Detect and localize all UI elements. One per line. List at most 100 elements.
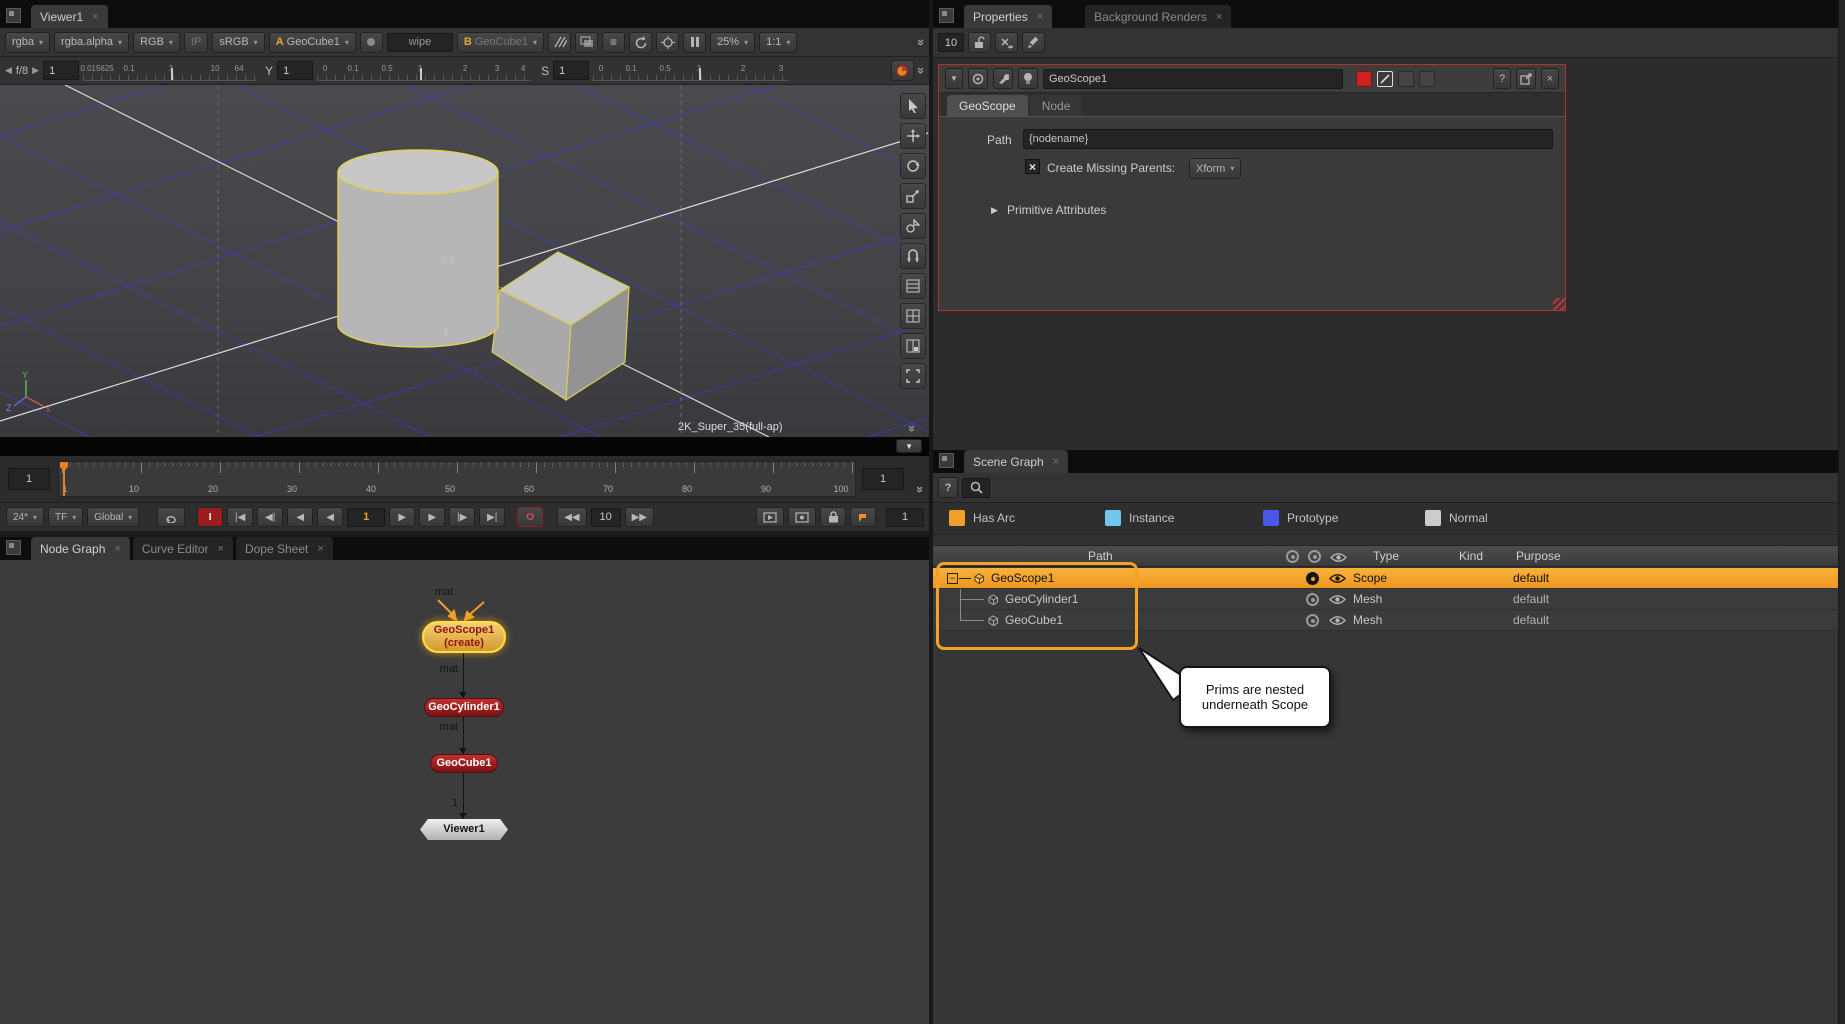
render-toggle-icon[interactable] [1306, 614, 1319, 627]
close-icon[interactable]: × [317, 543, 323, 555]
display-mode-dropdown[interactable]: RGB [133, 32, 180, 53]
step-forward-button[interactable]: ▶ [419, 507, 445, 527]
viewport-3d[interactable]: Y Z x 0.1 1 2K_Super_35(full-ap) » [0, 85, 930, 437]
render-toggle-icon[interactable] [1306, 593, 1319, 606]
fstop-prev-icon[interactable]: ◀ [5, 65, 12, 76]
wipe-hatch-button[interactable] [548, 32, 571, 53]
pane-menu-icon[interactable] [939, 8, 954, 23]
range-mode-dropdown[interactable]: Global [87, 507, 139, 527]
live-render-set-icon[interactable] [1308, 550, 1321, 563]
timeline-in-field[interactable]: 1 [8, 468, 50, 490]
wrench-button[interactable] [993, 68, 1013, 89]
bookmark-button[interactable] [850, 507, 876, 527]
set-out-button[interactable]: O [517, 507, 543, 527]
layout-split-button[interactable] [900, 333, 926, 359]
overlay-button[interactable] [575, 32, 598, 53]
transport-end-field[interactable]: 1 [886, 508, 924, 527]
node-viewer1[interactable]: Viewer1 [420, 819, 508, 840]
timeline-ruler[interactable]: 1 10 20 30 40 50 60 70 80 90 100 [58, 461, 856, 497]
path-input[interactable]: {nodename} [1023, 129, 1553, 149]
layout-rows-button[interactable] [900, 273, 926, 299]
pause-button[interactable] [683, 32, 706, 53]
detach-pane-button[interactable] [1516, 68, 1536, 89]
render-flag-button[interactable] [756, 507, 784, 527]
col-type[interactable]: Type [1373, 549, 1399, 563]
next-key-button[interactable]: |▶ [449, 507, 475, 527]
close-icon[interactable]: × [1216, 11, 1222, 23]
undo-depth-field[interactable]: 10 [938, 33, 964, 52]
search-input[interactable] [962, 478, 990, 498]
gain-slider-handle[interactable] [171, 68, 173, 80]
frame-step-field[interactable]: 10 [591, 508, 621, 527]
input-b-dropdown[interactable]: B GeoCube1 [457, 32, 544, 53]
fstop-next-icon[interactable]: ▶ [32, 65, 39, 76]
clear-edits-button[interactable] [995, 32, 1018, 53]
collapse-params-button[interactable]: ▼ [945, 68, 963, 89]
prim-attributes-section[interactable]: Primitive Attributes [1007, 203, 1106, 217]
close-icon[interactable]: × [92, 11, 98, 23]
gamma-slider[interactable]: 0 0.1 0.5 1 2 3 4 [317, 61, 531, 81]
timeline-out-field[interactable]: 1 [862, 468, 904, 490]
snap-tool-button[interactable] [900, 243, 926, 269]
tab-properties[interactable]: Properties× [964, 5, 1052, 28]
saturation-input[interactable]: 1 [553, 61, 589, 80]
scenegraph-empty-area[interactable] [933, 631, 1845, 1024]
gamma-slider-handle[interactable] [420, 68, 422, 80]
inc-step-button[interactable]: ▶▶ [625, 507, 654, 527]
fit-view-button[interactable] [900, 363, 926, 389]
eye-icon[interactable] [1329, 615, 1346, 626]
view-node-button[interactable] [968, 68, 988, 89]
flag-slot-icon[interactable] [1398, 71, 1414, 87]
set-in-button[interactable]: I [197, 507, 223, 527]
layout-grid-button[interactable] [900, 303, 926, 329]
wipe-mode-field[interactable]: wipe [387, 33, 453, 52]
gain-slider[interactable]: 0.015625 0.1 1 10 64 [83, 61, 255, 81]
resize-grip-icon[interactable] [1553, 298, 1565, 310]
xform-dropdown[interactable]: Xform [1189, 158, 1241, 179]
input-a-dropdown[interactable]: A GeoCube1 [269, 32, 356, 53]
pane-menu-icon[interactable] [6, 8, 21, 23]
eye-icon[interactable] [1329, 573, 1346, 584]
gain-input[interactable]: 1 [43, 61, 79, 80]
tab-scene-graph[interactable]: Scene Graph× [964, 450, 1068, 473]
tab-geoscope[interactable]: GeoScope [947, 95, 1028, 116]
tf-dropdown[interactable]: TF [48, 507, 83, 527]
eye-icon[interactable] [1329, 594, 1346, 605]
play-backward-button[interactable]: ◀ [317, 507, 343, 527]
pane-menu-icon[interactable] [939, 453, 954, 468]
triangle-right-icon[interactable]: ▶ [991, 205, 998, 216]
prev-key-button[interactable]: ◀| [257, 507, 283, 527]
edited-flag-icon[interactable] [1356, 71, 1372, 87]
hints-button[interactable] [1018, 68, 1038, 89]
saturation-slider-handle[interactable] [699, 68, 701, 80]
update-mode-button[interactable] [656, 32, 679, 53]
timeline-more-chevron-icon[interactable]: » [913, 486, 928, 493]
toolbar-more-chevron-icon[interactable]: » [914, 38, 929, 45]
layers-button[interactable]: ≡ [602, 32, 625, 53]
colorspace-dropdown[interactable]: sRGB [212, 32, 264, 53]
node-name-field[interactable]: GeoScope1 [1043, 69, 1343, 89]
translate-tool-button[interactable] [900, 123, 926, 149]
help-button[interactable]: ? [1493, 68, 1511, 89]
timeline-playhead[interactable] [63, 462, 65, 496]
flag-slot-icon[interactable] [1419, 71, 1435, 87]
scale-tool-button[interactable] [900, 183, 926, 209]
display-button[interactable] [788, 507, 816, 527]
col-purpose[interactable]: Purpose [1516, 549, 1561, 563]
close-parameters-button[interactable]: × [1541, 68, 1559, 89]
saturation-slider[interactable]: 0 0.1 0.5 1 2 3 [593, 61, 789, 81]
edit-flag-icon[interactable] [1377, 71, 1393, 87]
viewer-drawer-button[interactable]: ▼ [896, 439, 922, 453]
dec-step-button[interactable]: ◀◀ [557, 507, 586, 527]
compare-dot-button[interactable] [360, 32, 383, 53]
render-working-set-icon[interactable] [1286, 550, 1299, 563]
node-geoscope1[interactable]: GeoScope1 (create) [422, 621, 506, 653]
node-geocylinder1[interactable]: GeoCylinder1 [424, 698, 504, 717]
lock-button[interactable] [820, 507, 846, 527]
node-geocube1[interactable]: GeoCube1 [430, 754, 498, 773]
lock-parameters-button[interactable] [968, 32, 991, 53]
current-frame-field[interactable]: 1 [347, 508, 385, 527]
close-icon[interactable]: × [1053, 456, 1059, 468]
play-button[interactable]: ▶ [389, 507, 415, 527]
col-kind[interactable]: Kind [1459, 549, 1483, 563]
